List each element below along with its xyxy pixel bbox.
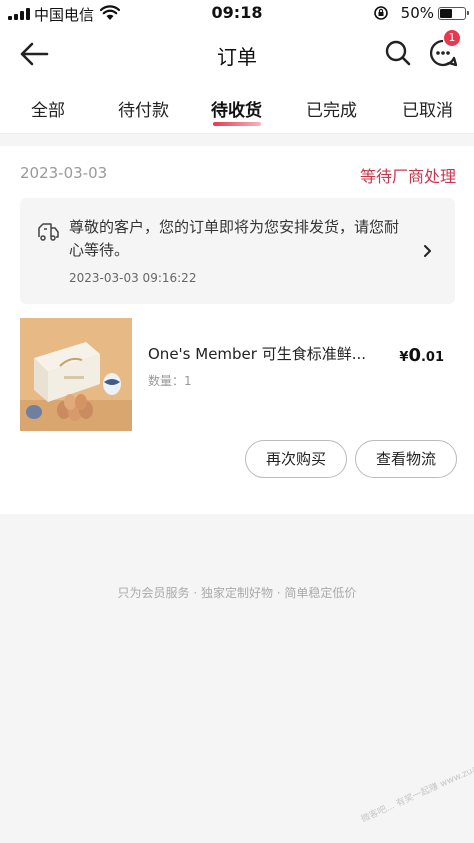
price-integer: 0 bbox=[408, 345, 421, 366]
order-card: 2023-03-03 等待厂商处理 尊敬的客户，您的订单即将为您安排发货，请您耐… bbox=[0, 146, 474, 514]
battery-icon bbox=[438, 7, 469, 20]
order-date: 2023-03-03 bbox=[20, 164, 108, 182]
tab-pending-payment[interactable]: 待付款 bbox=[118, 96, 169, 121]
message-badge: 1 bbox=[444, 30, 460, 46]
tab-cancelled[interactable]: 已取消 bbox=[402, 96, 453, 121]
product-name[interactable]: One's Member 可生食标准鲜... bbox=[148, 343, 366, 364]
footer-slogan: 只为会员服务 · 独家定制好物 · 简单稳定低价 bbox=[117, 586, 357, 600]
tab-pending-receipt[interactable]: 待收货 bbox=[211, 96, 262, 121]
status-bar: 中国电信 09:18 50% bbox=[0, 0, 474, 26]
active-tab-indicator bbox=[213, 122, 261, 126]
battery-percent: 50% bbox=[400, 4, 434, 22]
shipping-notice[interactable]: 尊敬的客户，您的订单即将为您安排发货，请您耐心等待。 2023-03-03 09… bbox=[20, 198, 455, 304]
tab-completed[interactable]: 已完成 bbox=[306, 96, 357, 121]
product-image[interactable] bbox=[20, 318, 132, 431]
egg-box-illustration bbox=[20, 318, 132, 431]
watermark: 微客吧... 有奖一起赚 www.zuanke8.com bbox=[359, 746, 474, 825]
truck-icon bbox=[38, 223, 59, 241]
tab-all[interactable]: 全部 bbox=[31, 96, 65, 121]
order-status: 等待厂商处理 bbox=[359, 167, 456, 186]
rotation-lock-icon bbox=[374, 6, 388, 20]
order-tabs: 全部 待付款 待收货 已完成 已取消 bbox=[0, 82, 474, 134]
product-price: ¥0.01 bbox=[399, 345, 444, 366]
rebuy-button[interactable]: 再次购买 bbox=[245, 440, 347, 478]
navbar: 订单 1 bbox=[0, 26, 474, 82]
notice-text: 尊敬的客户，您的订单即将为您安排发货，请您耐心等待。 bbox=[69, 218, 400, 259]
view-logistics-button[interactable]: 查看物流 bbox=[355, 440, 457, 478]
search-icon[interactable] bbox=[384, 39, 412, 67]
chevron-right-icon bbox=[424, 245, 431, 257]
price-decimal: .01 bbox=[420, 350, 444, 365]
notice-time: 2023-03-03 09:16:22 bbox=[69, 271, 197, 285]
product-quantity: 数量：1 bbox=[148, 374, 192, 388]
